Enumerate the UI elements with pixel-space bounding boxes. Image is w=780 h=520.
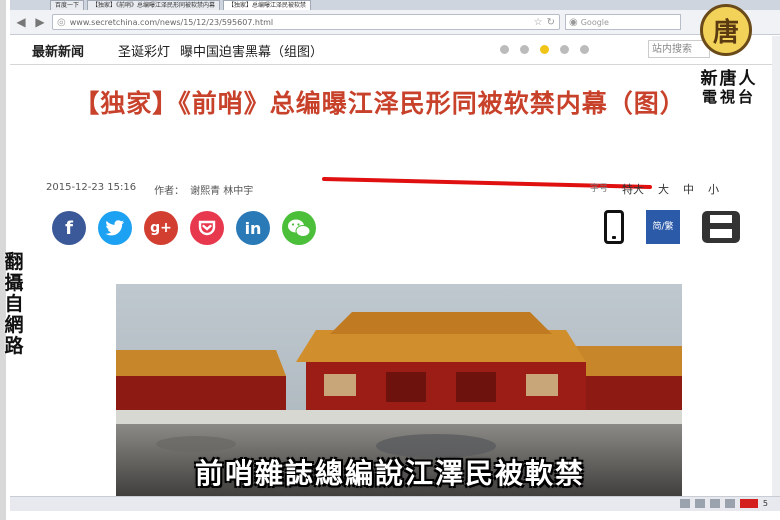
video-subtitle: 前哨雜誌總編說江澤民被軟禁 [194,457,585,490]
ticker-dot[interactable] [500,45,509,54]
logo-emblem: 唐 [700,4,752,56]
facebook-icon[interactable]: f [52,211,86,245]
status-icon[interactable] [724,499,735,508]
article-tools: 简/繁 [604,210,740,244]
browser-search-box[interactable]: ◉ Google [565,14,681,30]
caption-char: 翻 [4,251,24,273]
back-icon[interactable]: ◀ [14,15,28,29]
status-page-number: 5 [762,499,768,508]
star-icon[interactable]: ☆ [534,17,543,28]
tab-bar: 百度一下 【独家】《前哨》总编曝江泽民形同被软禁内幕 【独家】总编曝江泽民被软禁 [10,0,780,10]
site-nav: 最新新闻 圣诞彩灯 曝中国迫害黑幕（组图） 站内搜索 [10,36,780,65]
status-bar: 5 [10,496,780,511]
font-size-s[interactable]: 小 [708,181,719,197]
author-label: 作者： [154,186,185,197]
logo-name-line2: 電視台 [701,88,756,106]
print-icon[interactable] [702,211,740,243]
url-text: www.secretchina.com/news/15/12/23/595607… [69,17,274,27]
ticker-dot[interactable] [580,45,589,54]
reload-icon[interactable]: ↻ [547,17,555,28]
twitter-icon[interactable] [98,211,132,245]
address-bar[interactable]: ◎ www.secretchina.com/news/15/12/23/5956… [52,14,560,30]
caption-char: 網 [4,314,24,336]
ticker-dot[interactable] [520,45,529,54]
status-icon[interactable] [709,499,720,508]
caption-char: 路 [4,335,24,357]
caption-char: 自 [4,293,24,315]
browser-tab-2[interactable]: 【独家】《前哨》总编曝江泽民形同被软禁内幕 [87,0,221,10]
ticker-item-1[interactable]: 圣诞彩灯 [118,45,170,60]
latest-news-label[interactable]: 最新新闻 [32,41,84,60]
browser-tab-1[interactable]: 百度一下 [50,0,85,10]
article-author: 作者： 谢熙青 林中宇 [154,182,253,197]
trad-simp-toggle[interactable]: 简/繁 [646,210,680,244]
article-meta: 2015-12-23 15:16 作者： 谢熙青 林中宇 [46,182,253,197]
ticker-dot-active[interactable] [540,45,549,54]
ticker-dots [500,45,589,54]
forward-icon[interactable]: ▶ [33,15,47,29]
font-size-xl[interactable]: 特大 [622,181,644,197]
font-size-l[interactable]: 大 [658,181,669,197]
mobile-view-icon[interactable] [604,210,624,244]
font-size-label: 字号 [590,184,609,194]
browser-window: 百度一下 【独家】《前哨》总编曝江泽民形同被软禁内幕 【独家】总编曝江泽民被软禁… [10,0,780,520]
news-ticker[interactable]: 圣诞彩灯 曝中国迫害黑幕（组图） [118,41,323,60]
browser-tab-3[interactable]: 【独家】总编曝江泽民被软禁 [223,0,312,10]
pocket-icon[interactable] [190,211,224,245]
browser-search-placeholder: Google [580,17,609,27]
status-icons: 5 [679,499,768,508]
browser-toolbar: ◀ ▶ ◎ www.secretchina.com/news/15/12/23/… [10,10,780,35]
globe-icon: ◎ [57,16,66,28]
status-icon[interactable] [679,499,690,508]
status-icon[interactable] [694,499,705,508]
article-title: 【独家】《前哨》总编曝江泽民形同被软禁内幕（图） [74,89,686,118]
share-buttons: f g+ in [52,211,316,245]
font-size-m[interactable]: 中 [683,181,694,197]
status-red-icon[interactable] [739,499,758,508]
caption-char: 攝 [4,272,24,294]
ntd-logo: 唐 新唐人 電視台 [686,4,772,110]
linkedin-icon[interactable]: in [236,211,270,245]
wechat-icon[interactable] [282,211,316,245]
left-vertical-caption: 翻 攝 自 網 路 [3,252,25,357]
search-engine-icon: ◉ [569,16,578,28]
article-date: 2015-12-23 15:16 [46,182,137,193]
ticker-item-2[interactable]: 曝中国迫害黑幕（组图） [180,45,323,60]
vertical-scrollbar[interactable] [772,36,780,510]
google-plus-icon[interactable]: g+ [144,211,178,245]
ticker-dot[interactable] [560,45,569,54]
font-size-switcher: 字号 特大 大 中 小 [590,181,719,197]
author-name: 谢熙青 林中宇 [190,186,254,197]
